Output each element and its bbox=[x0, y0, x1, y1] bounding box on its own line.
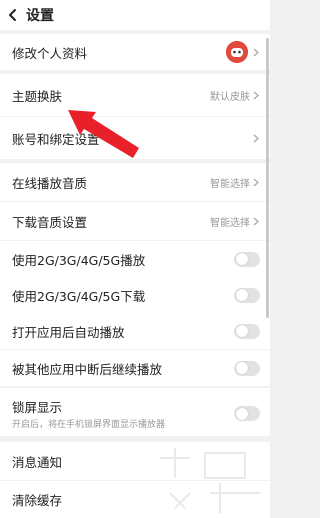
avatar bbox=[226, 41, 248, 63]
row-subtitle: 开启后，将在手机锁屏界面显示播放器 bbox=[12, 420, 166, 430]
row-online-quality[interactable]: 在线播放音质 智能选择 bbox=[0, 163, 270, 201]
row-mobile-play: 使用2G/3G/4G/5G播放 bbox=[0, 241, 270, 277]
mobile-play-toggle[interactable] bbox=[234, 251, 260, 267]
chevron-right-icon bbox=[252, 90, 260, 100]
row-label: 修改个人资料 bbox=[12, 45, 88, 61]
watermark bbox=[160, 448, 260, 513]
chevron-right-icon bbox=[252, 177, 260, 187]
row-mobile-download: 使用2G/3G/4G/5G下载 bbox=[0, 277, 270, 313]
top-bar: 设置 bbox=[0, 0, 270, 30]
row-label: 使用2G/3G/4G/5G播放 bbox=[12, 252, 146, 268]
row-label: 被其他应用中断后继续播放 bbox=[12, 361, 163, 377]
mobile-download-toggle[interactable] bbox=[234, 287, 260, 303]
row-value: 智能选择 bbox=[210, 178, 250, 190]
row-label: 打开应用后自动播放 bbox=[12, 324, 125, 340]
row-label: 使用2G/3G/4G/5G下载 bbox=[12, 288, 146, 304]
row-value: 智能选择 bbox=[210, 217, 250, 229]
row-lockscreen: 锁屏显示 开启后，将在手机锁屏界面显示播放器 bbox=[0, 388, 270, 436]
row-account-binding[interactable]: 账号和绑定设置 bbox=[0, 117, 270, 159]
row-label: 主题换肤 bbox=[12, 88, 63, 104]
lockscreen-toggle[interactable] bbox=[234, 406, 260, 421]
chevron-right-icon bbox=[252, 133, 260, 143]
resume-toggle[interactable] bbox=[234, 360, 260, 376]
row-value: 默认皮肤 bbox=[210, 91, 250, 103]
row-theme-skin[interactable]: 主题换肤 默认皮肤 bbox=[0, 74, 270, 116]
page-title: 设置 bbox=[26, 8, 54, 24]
back-arrow-icon bbox=[9, 9, 16, 21]
row-resume-after-interrupt: 被其他应用中断后继续播放 bbox=[0, 350, 270, 386]
row-label: 下载音质设置 bbox=[12, 214, 88, 230]
row-edit-profile[interactable]: 修改个人资料 bbox=[0, 34, 270, 70]
row-download-quality[interactable]: 下载音质设置 智能选择 bbox=[0, 202, 270, 240]
back-button[interactable] bbox=[0, 0, 26, 30]
row-label: 账号和绑定设置 bbox=[12, 131, 100, 147]
chevron-right-icon bbox=[252, 216, 260, 226]
chevron-right-icon bbox=[252, 47, 260, 57]
scrollbar[interactable] bbox=[266, 38, 269, 318]
row-label: 锁屏显示 bbox=[12, 400, 63, 415]
row-label: 在线播放音质 bbox=[12, 175, 88, 191]
autoplay-toggle[interactable] bbox=[234, 323, 260, 339]
row-autoplay: 打开应用后自动播放 bbox=[0, 313, 270, 349]
